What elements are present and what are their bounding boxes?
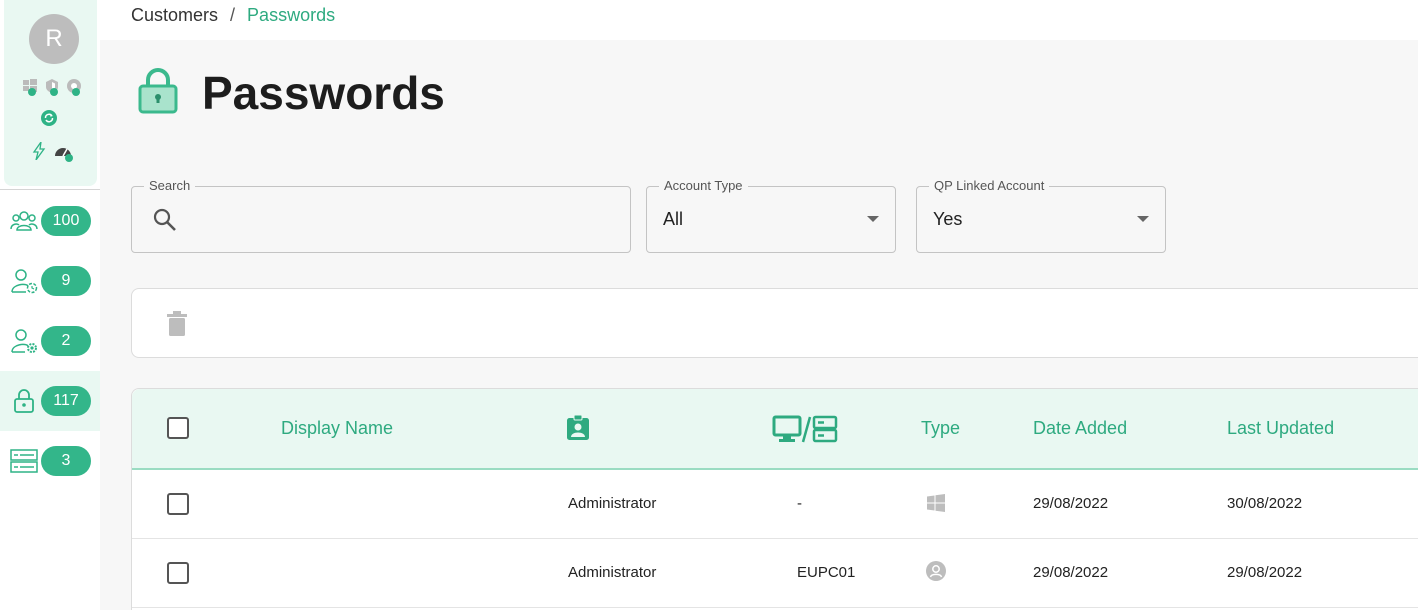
- users-count-badge: 100: [41, 206, 91, 236]
- status-dot: [65, 154, 73, 162]
- account-type-label: Account Type: [659, 178, 748, 193]
- user-sessions-count-badge: 9: [41, 266, 91, 296]
- breadcrumb-customers-link[interactable]: Customers: [131, 5, 218, 26]
- sidebar-item-user-settings[interactable]: 2: [0, 311, 100, 371]
- sidebar: R 100 9 2 117 3: [0, 0, 100, 610]
- lock-icon: [138, 68, 178, 114]
- sidebar-item-servers[interactable]: 3: [0, 431, 100, 491]
- profile-card: R: [4, 0, 97, 186]
- sync-icon[interactable]: [41, 110, 57, 126]
- user-gear-icon: [11, 329, 37, 353]
- row-device: EUPC01: [797, 564, 856, 581]
- row-device: -: [797, 495, 802, 512]
- row-last-updated: 30/08/2022: [1227, 495, 1303, 512]
- table-row[interactable]: Administrator EUPC01 29/08/2022 29/08/20…: [132, 539, 1418, 608]
- breadcrumb-separator: /: [230, 5, 236, 25]
- table-toolbar: [131, 288, 1418, 358]
- search-field[interactable]: Search: [131, 178, 631, 253]
- delete-button[interactable]: [166, 311, 188, 337]
- avatar[interactable]: R: [29, 14, 79, 64]
- qp-linked-account-value: Yes: [933, 209, 963, 229]
- passwords-table: Display Name Type Date Added Last Update…: [131, 388, 1418, 610]
- page-title: Passwords: [202, 67, 445, 119]
- qp-linked-account-select[interactable]: QP Linked Account Yes: [916, 178, 1166, 253]
- user-badge-icon[interactable]: [566, 415, 590, 441]
- server-icon: [10, 449, 38, 473]
- qp-linked-account-label: QP Linked Account: [929, 178, 1050, 193]
- user-settings-count-badge: 2: [41, 326, 91, 356]
- sidebar-item-passwords[interactable]: 117: [0, 371, 100, 431]
- account-type-select[interactable]: Account Type All: [646, 178, 896, 253]
- column-header-date-added[interactable]: Date Added: [1033, 418, 1127, 439]
- row-account: Administrator: [568, 564, 657, 581]
- row-checkbox[interactable]: [167, 493, 189, 515]
- chevron-down-icon: [867, 216, 879, 222]
- breadcrumb: Customers / Passwords: [131, 5, 335, 26]
- row-checkbox[interactable]: [167, 562, 189, 584]
- row-account: Administrator: [568, 495, 657, 512]
- servers-count-badge: 3: [41, 446, 91, 476]
- table-header: Display Name Type Date Added Last Update…: [132, 389, 1418, 470]
- status-dot: [72, 88, 80, 96]
- sidebar-item-user-sessions[interactable]: 9: [0, 251, 100, 311]
- account-type-value: All: [663, 209, 684, 229]
- column-header-last-updated[interactable]: Last Updated: [1227, 418, 1334, 439]
- row-date-added: 29/08/2022: [1033, 564, 1109, 581]
- sidebar-item-users[interactable]: 100: [0, 191, 100, 251]
- table-row[interactable]: Administrator - 29/08/2022 30/08/2022: [132, 470, 1418, 539]
- user-circle-icon: [926, 561, 946, 581]
- page-title-icon-wrap: [137, 68, 179, 114]
- search-icon: [153, 208, 176, 231]
- lightning-icon: [32, 142, 46, 160]
- computer-server-icon[interactable]: [772, 415, 838, 443]
- user-clock-icon: [11, 269, 38, 294]
- passwords-count-badge: 117: [41, 386, 91, 416]
- column-header-display-name[interactable]: Display Name: [281, 418, 393, 439]
- search-label: Search: [144, 178, 196, 193]
- sidebar-divider: [0, 189, 100, 190]
- windows-icon: [927, 494, 945, 512]
- breadcrumb-current: Passwords: [247, 5, 336, 25]
- users-group-icon: [10, 211, 38, 231]
- row-date-added: 29/08/2022: [1033, 495, 1109, 512]
- status-dot: [50, 88, 58, 96]
- row-last-updated: 29/08/2022: [1227, 564, 1303, 581]
- status-dot: [28, 88, 36, 96]
- lock-icon: [14, 389, 34, 413]
- column-header-type[interactable]: Type: [921, 418, 960, 439]
- chevron-down-icon: [1137, 216, 1149, 222]
- search-input[interactable]: [184, 205, 614, 235]
- select-all-checkbox[interactable]: [167, 417, 189, 439]
